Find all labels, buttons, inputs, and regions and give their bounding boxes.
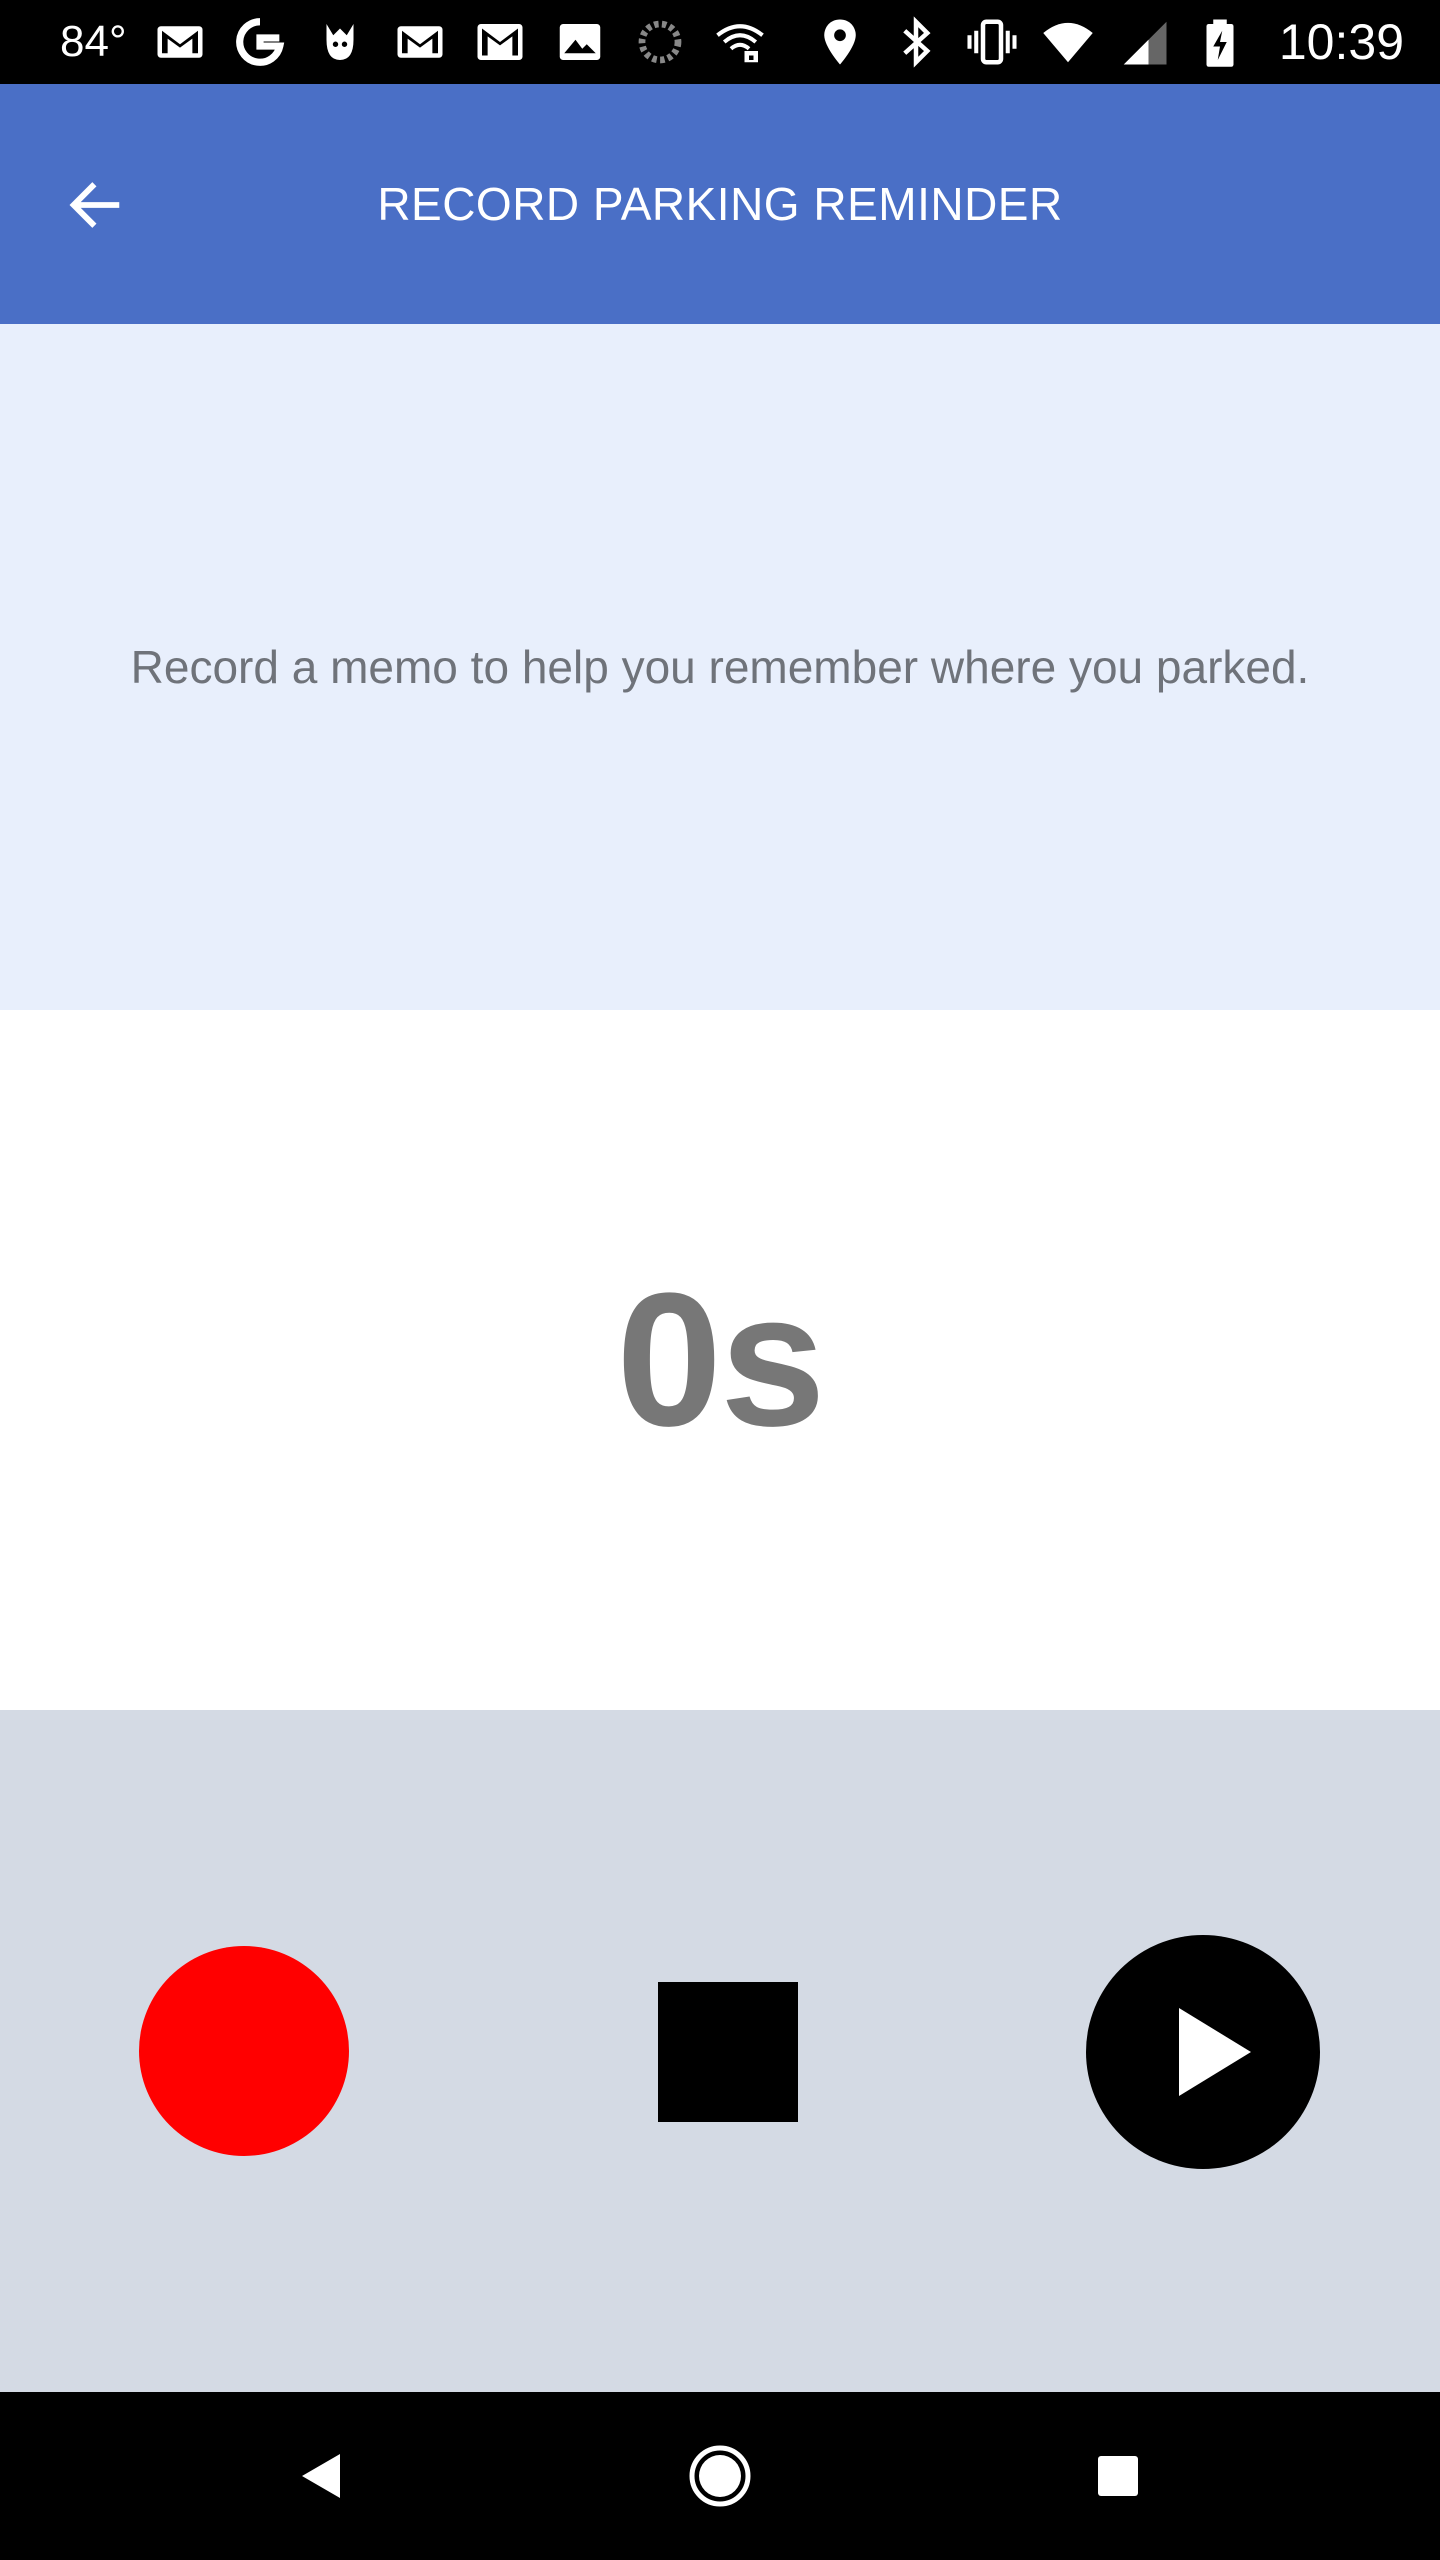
page-title: RECORD PARKING REMINDER bbox=[377, 178, 1063, 230]
timer-panel: 0s bbox=[0, 1010, 1440, 1710]
gmail-icon bbox=[393, 15, 447, 69]
wifi-icon bbox=[1041, 15, 1095, 69]
status-bar-right: 10:39 bbox=[813, 0, 1404, 84]
info-panel: Record a memo to help you remember where… bbox=[0, 324, 1440, 1010]
vibrate-icon bbox=[965, 15, 1019, 69]
nav-home-button[interactable] bbox=[670, 2426, 770, 2526]
gallery-icon bbox=[553, 15, 607, 69]
play-icon bbox=[1179, 2008, 1251, 2096]
nav-home-icon bbox=[689, 2445, 751, 2507]
play-button[interactable] bbox=[1086, 1935, 1320, 2169]
sync-icon bbox=[633, 15, 687, 69]
google-icon bbox=[233, 15, 287, 69]
bluetooth-icon bbox=[889, 15, 943, 69]
nav-recent-apps-icon bbox=[1098, 2456, 1138, 2496]
app-bar: RECORD PARKING REMINDER bbox=[0, 84, 1440, 324]
instruction-text: Record a memo to help you remember where… bbox=[130, 641, 1310, 693]
status-bar-left: 84° bbox=[60, 0, 767, 84]
gmail-icon bbox=[473, 15, 527, 69]
cellular-signal-icon bbox=[1117, 15, 1171, 69]
gmail-icon bbox=[153, 15, 207, 69]
status-temperature: 84° bbox=[60, 17, 127, 66]
nav-back-icon bbox=[302, 2454, 340, 2498]
nav-back-button[interactable] bbox=[272, 2426, 372, 2526]
pokemon-go-icon bbox=[313, 15, 367, 69]
controls-panel bbox=[0, 1710, 1440, 2392]
status-time: 10:39 bbox=[1278, 14, 1404, 70]
location-icon bbox=[813, 15, 867, 69]
status-bar: 84° 10:39 bbox=[0, 0, 1440, 84]
system-nav-bar bbox=[0, 2392, 1440, 2560]
recording-timer: 0s bbox=[616, 1254, 825, 1466]
battery-charging-icon bbox=[1193, 15, 1247, 69]
wifi-lock-icon bbox=[713, 15, 767, 69]
nav-recent-apps-button[interactable] bbox=[1068, 2426, 1168, 2526]
stop-button[interactable] bbox=[658, 1982, 798, 2122]
record-button[interactable] bbox=[139, 1946, 349, 2156]
